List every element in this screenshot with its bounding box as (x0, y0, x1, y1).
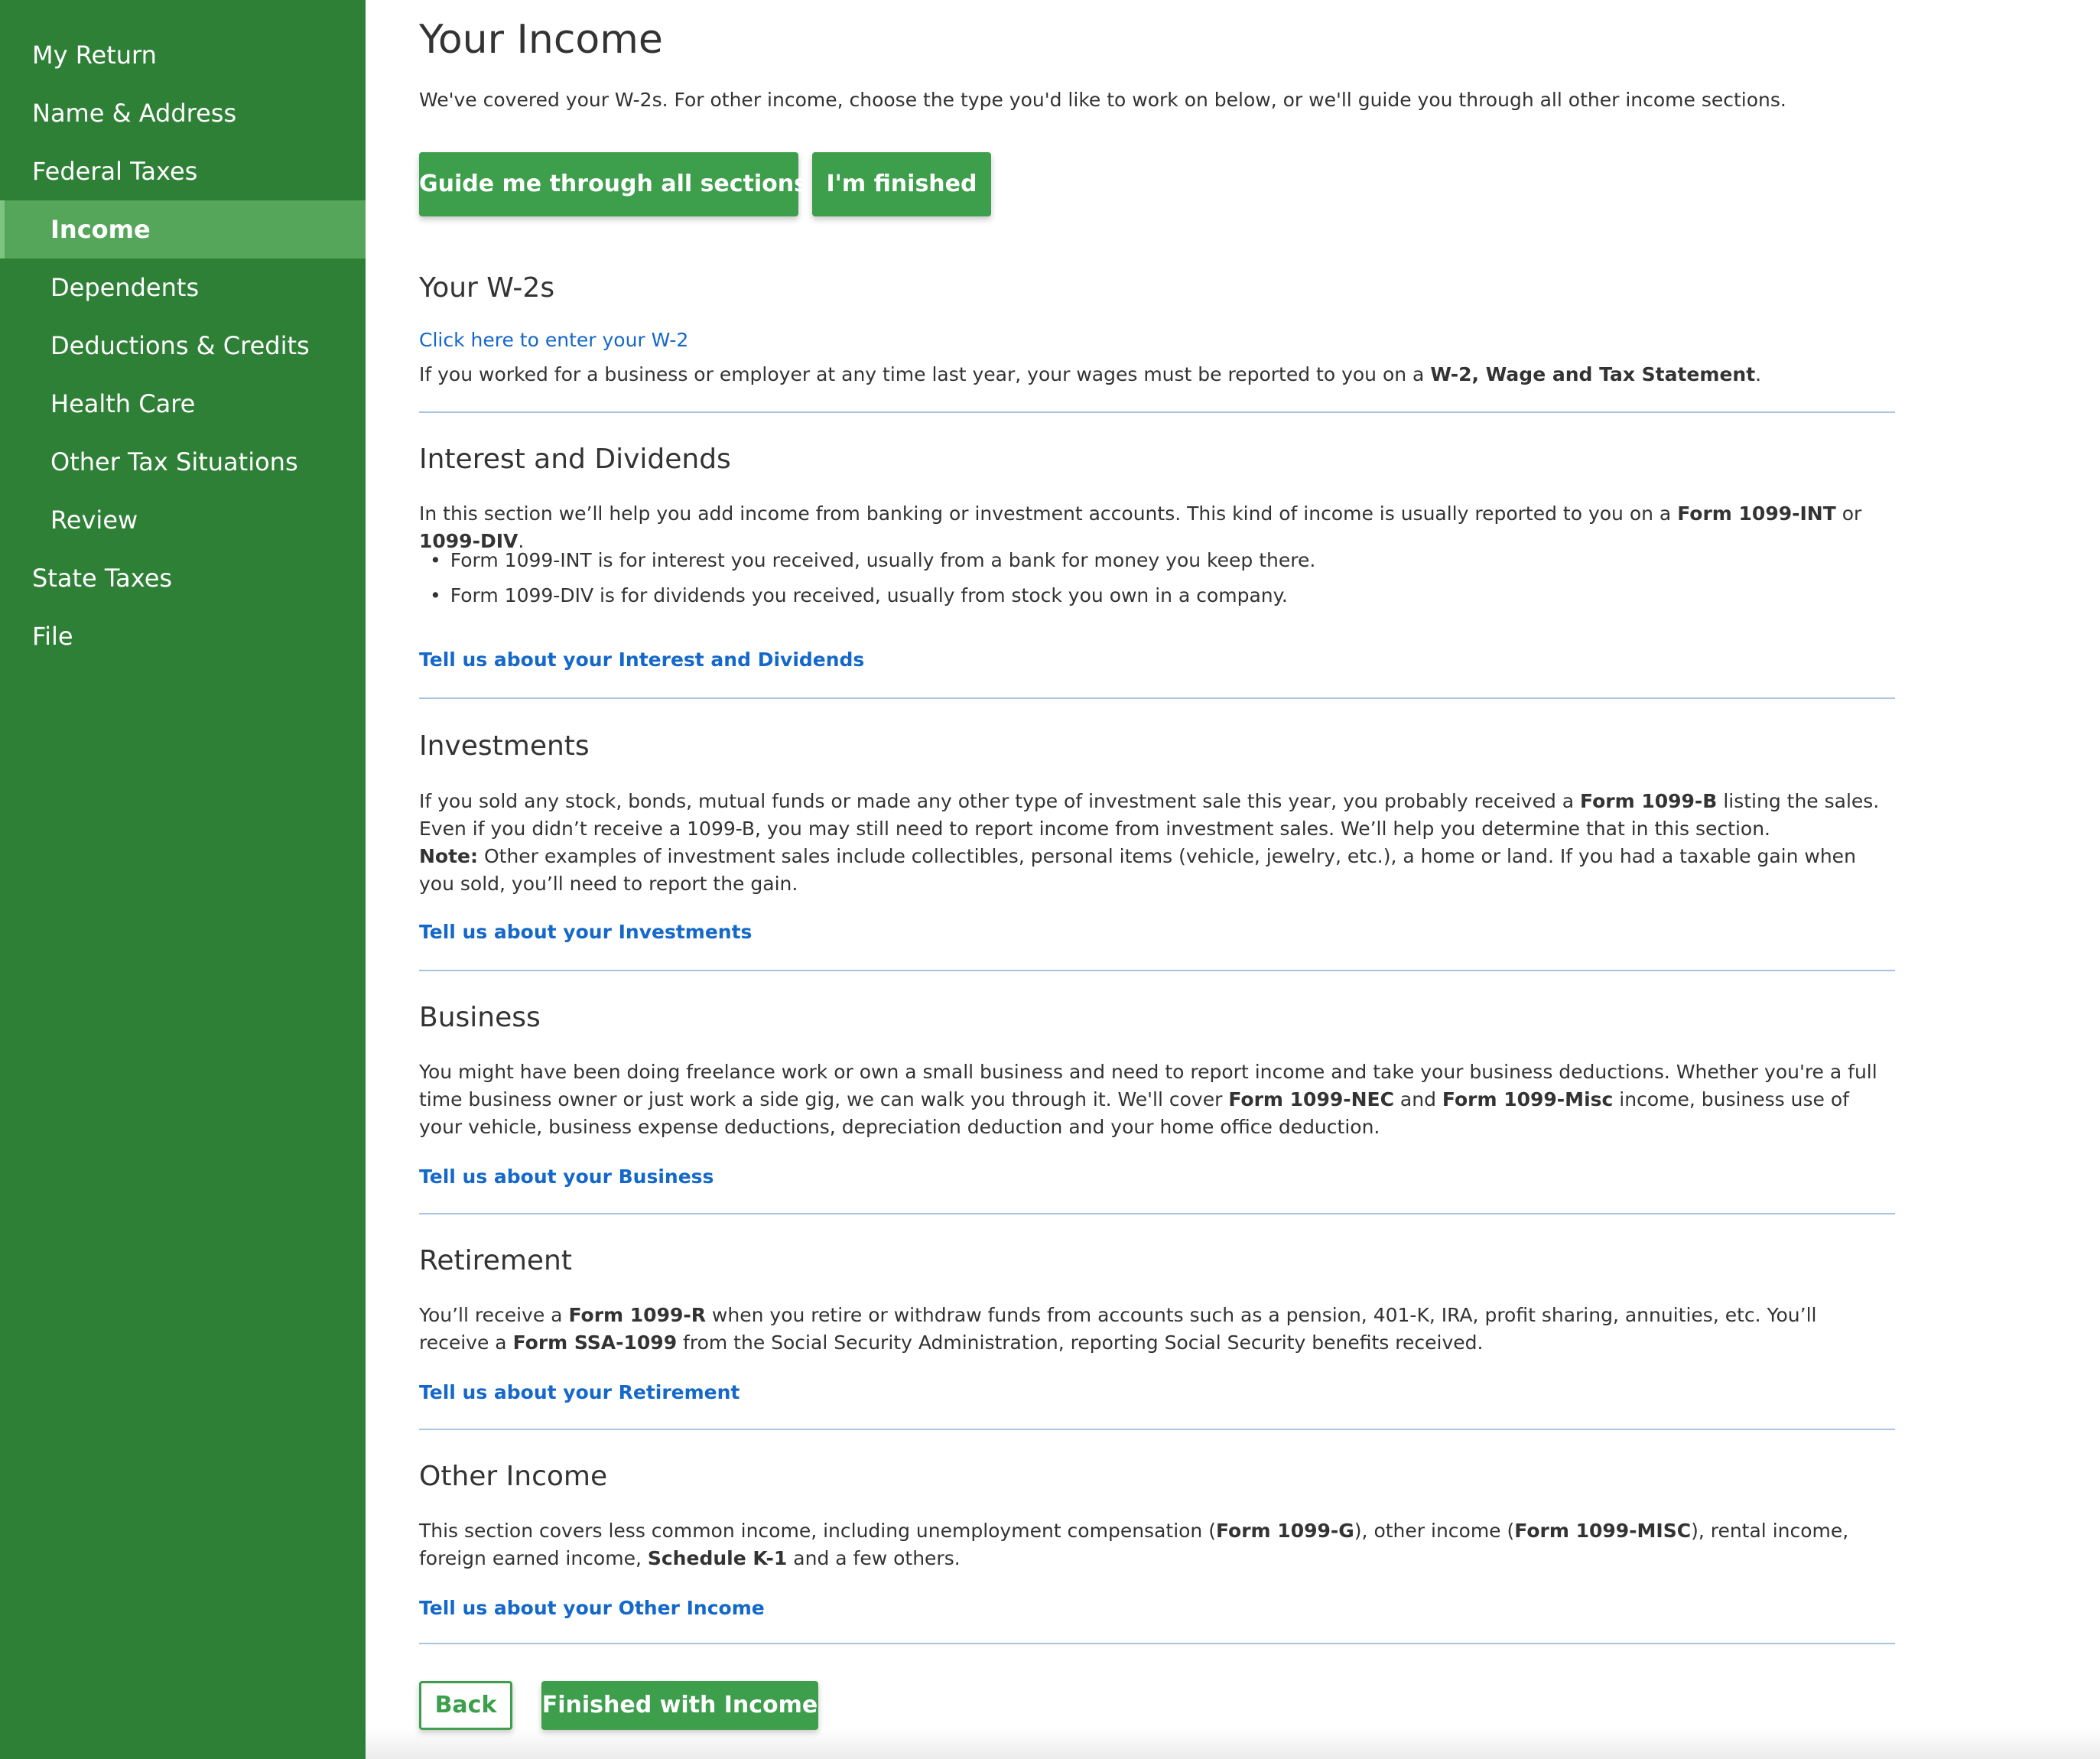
form-1099-b: Form 1099-B (1580, 790, 1718, 812)
sidebar-item-file[interactable]: File (0, 607, 366, 665)
back-button[interactable]: Back (419, 1681, 512, 1730)
bullet-1099-div: Form 1099-DIV is for dividends you recei… (430, 578, 1315, 613)
form-1099-misc: Form 1099-Misc (1442, 1088, 1614, 1110)
retirement-text: You’ll receive a (419, 1304, 569, 1326)
retirement-text-end: from the Social Security Administration,… (677, 1331, 1484, 1354)
sidebar-nav: My Return Name & Address Federal Taxes I… (0, 0, 366, 1759)
sidebar-item-deductions-credits[interactable]: Deductions & Credits (0, 317, 366, 375)
sidebar-item-other-tax-situations[interactable]: Other Tax Situations (0, 433, 366, 491)
other-income-description: This section covers less common income, … (419, 1517, 1887, 1572)
enter-w2-link[interactable]: Click here to enter your W-2 (419, 329, 688, 351)
investments-text: If you sold any stock, bonds, mutual fun… (419, 790, 1581, 812)
section-divider (419, 411, 1895, 413)
w2-text: If you worked for a business or employer… (419, 363, 1431, 385)
bullet-1099-int: Form 1099-INT is for interest you receiv… (430, 543, 1316, 578)
business-description: You might have been doing freelance work… (419, 1058, 1887, 1141)
interest-dividends-heading: Interest and Dividends (419, 444, 731, 475)
section-divider (419, 1213, 1895, 1214)
retirement-heading: Retirement (419, 1245, 572, 1276)
w2-description: If you worked for a business or employer… (419, 361, 1887, 389)
section-divider (419, 1429, 1895, 1430)
page-title: Your Income (419, 17, 663, 63)
sidebar-item-dependents[interactable]: Dependents (0, 258, 366, 317)
form-1099-misc-other: Form 1099-MISC (1514, 1520, 1692, 1542)
sidebar-item-review[interactable]: Review (0, 491, 366, 549)
investments-description: If you sold any stock, bonds, mutual fun… (419, 788, 1887, 898)
w2-form-name: W-2, Wage and Tax Statement (1430, 363, 1756, 385)
guide-me-button[interactable]: Guide me through all sections (419, 152, 808, 216)
section-divider (419, 970, 1895, 971)
note-label: Note: (419, 845, 479, 867)
business-link[interactable]: Tell us about your Business (419, 1166, 714, 1188)
finished-with-income-button[interactable]: Finished with Income (541, 1681, 818, 1730)
sidebar-item-name-address[interactable]: Name & Address (0, 84, 366, 142)
schedule-k1: Schedule K-1 (647, 1547, 788, 1569)
intro-text: We've covered your W-2s. For other incom… (419, 89, 1786, 111)
interest-bullet-list: Form 1099-INT is for interest you receiv… (430, 543, 1316, 613)
sidebar-item-my-return[interactable]: My Return (0, 26, 366, 84)
im-finished-button[interactable]: I'm finished (812, 152, 991, 216)
w2-heading: Your W-2s (419, 272, 555, 304)
interest-dividends-link[interactable]: Tell us about your Interest and Dividend… (419, 649, 864, 671)
form-ssa-1099: Form SSA-1099 (512, 1331, 678, 1354)
other-text-mid1: ), other income ( (1354, 1520, 1515, 1542)
form-1099-nec: Form 1099-NEC (1228, 1088, 1394, 1110)
sidebar-item-state-taxes[interactable]: State Taxes (0, 549, 366, 607)
section-divider (419, 1643, 1895, 1644)
interest-text-mid: or (1835, 502, 1862, 525)
form-1099-r: Form 1099-R (568, 1304, 706, 1326)
sidebar-item-federal-taxes[interactable]: Federal Taxes (0, 142, 366, 200)
other-text-end: and a few others. (787, 1547, 961, 1569)
investments-link[interactable]: Tell us about your Investments (419, 921, 752, 943)
other-text: This section covers less common income, … (419, 1520, 1216, 1542)
retirement-link[interactable]: Tell us about your Retirement (419, 1381, 740, 1403)
sidebar-item-income[interactable]: Income (0, 200, 366, 258)
investments-heading: Investments (419, 730, 590, 762)
note-text: Other examples of investment sales inclu… (419, 845, 1856, 895)
form-1099-int: Form 1099-INT (1677, 502, 1836, 525)
retirement-description: You’ll receive a Form 1099-R when you re… (419, 1302, 1887, 1357)
other-income-link[interactable]: Tell us about your Other Income (419, 1597, 765, 1619)
form-1099-g: Form 1099-G (1215, 1520, 1354, 1542)
business-text-mid: and (1393, 1088, 1442, 1110)
business-heading: Business (419, 1002, 541, 1033)
sidebar-item-health-care[interactable]: Health Care (0, 375, 366, 433)
section-divider (419, 697, 1895, 699)
w2-text-end: . (1755, 363, 1762, 385)
other-income-heading: Other Income (419, 1461, 608, 1492)
interest-text: In this section we’ll help you add incom… (419, 502, 1678, 525)
bottom-fade (366, 1728, 2100, 1759)
